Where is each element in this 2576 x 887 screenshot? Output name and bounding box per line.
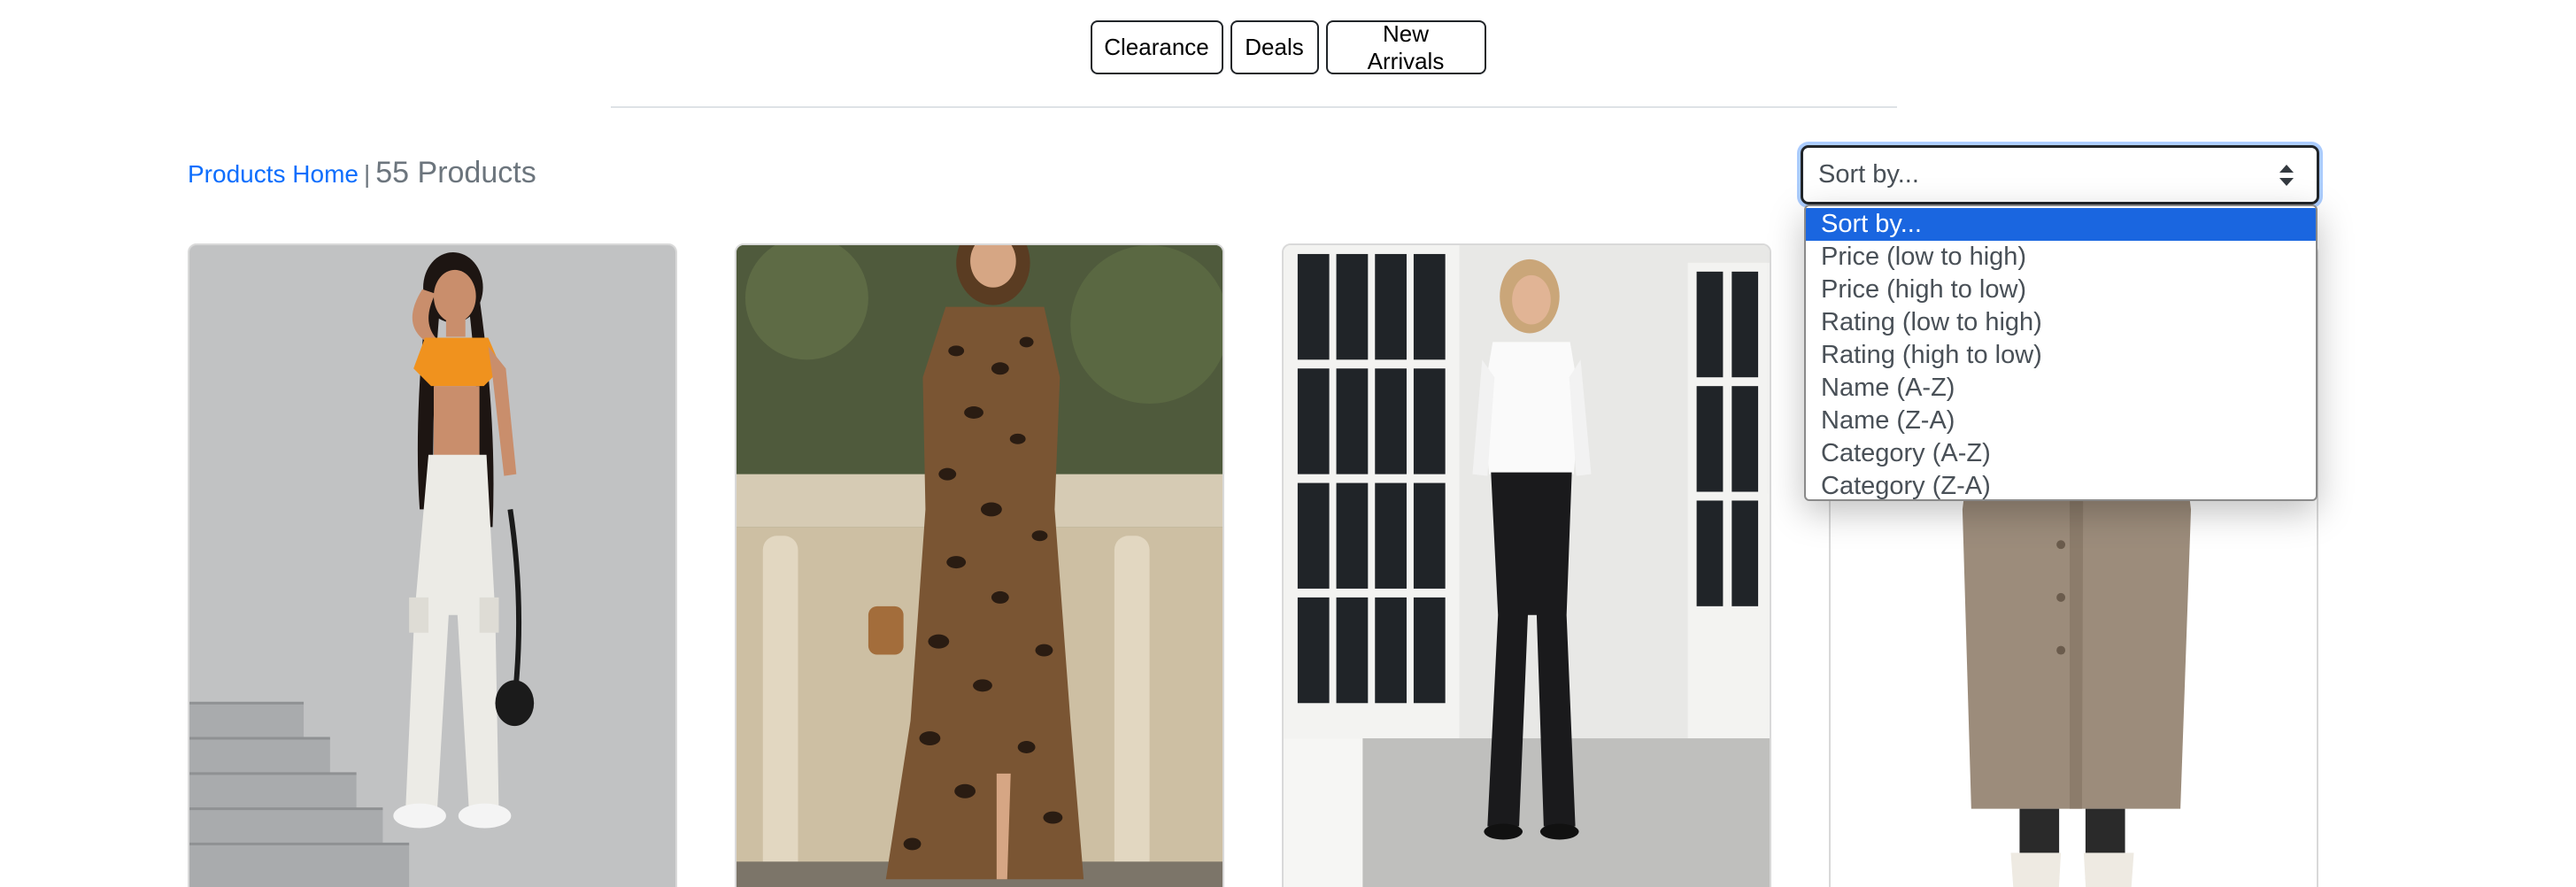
product-image [1284,245,1770,887]
sort-option-name-desc[interactable]: Name (Z-A) [1806,405,2316,437]
breadcrumb-separator: | [363,160,371,188]
sort-select[interactable]: Sort by... [1801,145,2319,204]
new-arrivals-button[interactable]: New Arrivals [1325,20,1486,74]
product-card[interactable] [735,243,1224,887]
sort-option-rating-desc[interactable]: Rating (high to low) [1806,339,2316,372]
sort-option-category-asc[interactable]: Category (A-Z) [1806,437,2316,470]
product-image [737,245,1222,887]
breadcrumb: Products Home | 55 Products [188,156,536,190]
sort-option-price-asc[interactable]: Price (low to high) [1806,241,2316,274]
product-card[interactable] [188,243,677,887]
product-image [189,245,675,887]
category-nav: Clearance Deals New Arrivals [0,20,2576,74]
sort-option-rating-asc[interactable]: Rating (low to high) [1806,306,2316,339]
product-card[interactable] [1282,243,1771,887]
products-home-link[interactable]: Products Home [188,160,359,189]
sort-option-price-desc[interactable]: Price (high to low) [1806,274,2316,306]
sort-option-default[interactable]: Sort by... [1806,208,2316,241]
sort-arrows-icon [2279,165,2294,186]
sort-option-name-asc[interactable]: Name (A-Z) [1806,372,2316,405]
sort-dropdown-menu: Sort by... Price (low to high) Price (hi… [1804,204,2318,501]
divider [611,106,1897,108]
deals-button[interactable]: Deals [1230,20,1319,74]
product-count: 55 Products [375,156,536,189]
sort-option-category-desc[interactable]: Category (Z-A) [1806,470,2316,499]
sort-select-value: Sort by... [1818,160,1919,189]
page: Clearance Deals New Arrivals Products Ho… [0,0,2576,887]
clearance-button[interactable]: Clearance [1090,20,1223,74]
